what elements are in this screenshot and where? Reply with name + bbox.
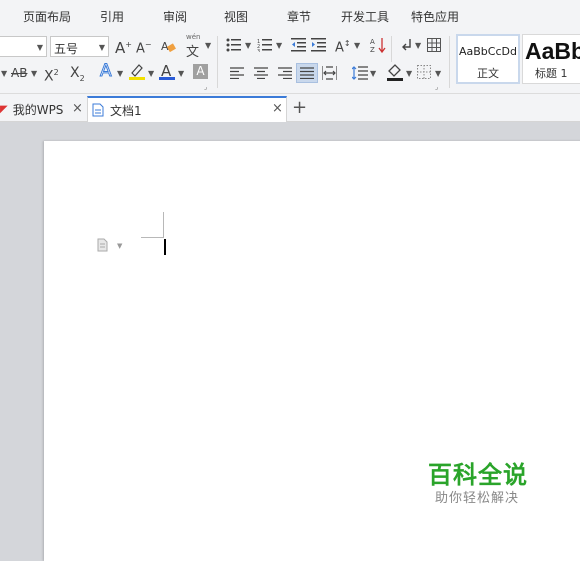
phonetic-guide-icon[interactable]: wén 文 bbox=[184, 33, 204, 60]
wps-logo-icon: ◤ bbox=[0, 103, 8, 115]
increase-indent-icon[interactable] bbox=[311, 38, 326, 52]
decrease-indent-icon[interactable] bbox=[291, 38, 306, 52]
ribbon-separator bbox=[217, 36, 218, 88]
chevron-down-icon[interactable]: ▼ bbox=[99, 43, 105, 52]
font-dialog-launcher-icon[interactable]: ⌟ bbox=[204, 83, 207, 91]
style-preview: AaBb bbox=[525, 38, 580, 64]
paragraph-mark-icon[interactable] bbox=[399, 38, 413, 52]
sort-icon[interactable]: AZ bbox=[370, 36, 386, 54]
chevron-down-icon[interactable]: ▼ bbox=[178, 69, 184, 78]
strikethrough-icon[interactable]: AB bbox=[11, 64, 27, 82]
margin-corner-mark bbox=[163, 212, 164, 238]
chevron-down-icon[interactable]: ▼ bbox=[1, 69, 7, 78]
font-size-value: 五号 bbox=[54, 42, 79, 56]
close-icon[interactable]: × bbox=[72, 101, 83, 116]
clear-format-icon[interactable]: A bbox=[160, 38, 176, 54]
ribbon-toolbar: ▼ 五号 ▼ A+ A− A wén 文 ▼ ▼ 1 2 3 ▼ A↕ ▼ A … bbox=[0, 30, 580, 94]
style-name: 标题 1 bbox=[535, 67, 568, 80]
menu-references[interactable]: 引用 bbox=[100, 8, 124, 25]
svg-text:Z: Z bbox=[370, 46, 375, 54]
justify-button[interactable] bbox=[296, 63, 318, 83]
borders-icon[interactable] bbox=[417, 65, 431, 79]
bullet-list-icon[interactable] bbox=[226, 38, 242, 52]
new-tab-button[interactable]: + bbox=[292, 97, 307, 118]
line-spacing-icon[interactable] bbox=[352, 66, 368, 80]
subscript-icon[interactable]: X2 bbox=[70, 64, 85, 88]
menu-section[interactable]: 章节 bbox=[287, 8, 311, 25]
style-name: 正文 bbox=[477, 67, 499, 80]
document-tab-bar: ◤ 我的WPS × 文档1 × + bbox=[0, 94, 580, 122]
watermark-subtitle: 助你轻松解决 bbox=[435, 491, 520, 506]
chevron-down-icon[interactable]: ▼ bbox=[435, 69, 441, 78]
paragraph-options-icon[interactable] bbox=[97, 238, 109, 252]
ribbon-separator bbox=[449, 36, 450, 88]
style-heading-1[interactable]: AaBb 标题 1 bbox=[522, 34, 580, 84]
align-center-icon[interactable] bbox=[254, 67, 268, 79]
chevron-down-icon[interactable]: ▼ bbox=[406, 69, 412, 78]
chevron-down-icon[interactable]: ▼ bbox=[354, 41, 360, 50]
style-normal[interactable]: AaBbCcDd 正文 bbox=[456, 34, 520, 84]
font-color-icon[interactable]: A bbox=[159, 62, 175, 82]
menu-view[interactable]: 视图 bbox=[224, 8, 248, 25]
menu-review[interactable]: 审阅 bbox=[163, 8, 187, 25]
chevron-down-icon[interactable]: ▼ bbox=[37, 43, 43, 52]
watermark-title: 百科全说 bbox=[428, 461, 528, 489]
chevron-down-icon[interactable]: ▼ bbox=[31, 69, 37, 78]
svg-text:A: A bbox=[370, 38, 375, 46]
close-icon[interactable]: × bbox=[272, 101, 283, 116]
document-icon bbox=[92, 103, 104, 117]
justify-icon bbox=[300, 67, 314, 79]
chevron-down-icon[interactable]: ▼ bbox=[370, 69, 376, 78]
chevron-down-icon[interactable]: ▼ bbox=[117, 242, 122, 250]
text-effect-icon[interactable]: A bbox=[100, 62, 113, 81]
tab-my-wps[interactable]: ◤ 我的WPS × bbox=[0, 96, 86, 122]
chevron-down-icon[interactable]: ▼ bbox=[276, 41, 282, 50]
numbered-list-icon[interactable]: 1 2 3 bbox=[257, 38, 273, 52]
margin-corner-mark bbox=[141, 237, 164, 238]
chevron-down-icon[interactable]: ▼ bbox=[205, 41, 211, 50]
text-direction-icon[interactable]: A↕ bbox=[335, 35, 351, 57]
paragraph-dialog-launcher-icon[interactable]: ⌟ bbox=[435, 83, 438, 91]
tab-label: 我的WPS bbox=[12, 102, 64, 117]
chevron-down-icon[interactable]: ▼ bbox=[117, 69, 123, 78]
menu-page-layout[interactable]: 页面布局 bbox=[23, 8, 71, 25]
highlight-color-icon[interactable] bbox=[128, 63, 146, 81]
tab-label: 文档1 bbox=[110, 103, 142, 118]
table-grid-icon[interactable] bbox=[427, 38, 441, 52]
grow-font-icon[interactable]: A+ bbox=[115, 36, 132, 57]
menu-special-apps[interactable]: 特色应用 bbox=[411, 8, 459, 25]
character-shading-icon[interactable]: A bbox=[193, 64, 208, 79]
menu-bar: 页面布局 引用 审阅 视图 章节 开发工具 特色应用 bbox=[0, 0, 580, 30]
superscript-icon[interactable]: X2 bbox=[44, 64, 59, 86]
text-cursor bbox=[164, 239, 166, 255]
ribbon-separator bbox=[391, 36, 392, 62]
chevron-down-icon[interactable]: ▼ bbox=[148, 69, 154, 78]
font-size-combo[interactable]: 五号 ▼ bbox=[50, 36, 109, 57]
paragraph-shading-icon[interactable] bbox=[386, 63, 404, 81]
tab-document-1[interactable]: 文档1 × bbox=[87, 96, 287, 122]
shrink-font-icon[interactable]: A− bbox=[136, 36, 152, 58]
svg-text:3: 3 bbox=[257, 49, 260, 52]
font-name-combo[interactable]: ▼ bbox=[0, 36, 47, 57]
chevron-down-icon[interactable]: ▼ bbox=[245, 41, 251, 50]
style-preview: AaBbCcDd bbox=[459, 45, 517, 58]
align-right-icon[interactable] bbox=[278, 67, 292, 79]
menu-developer-tools[interactable]: 开发工具 bbox=[341, 8, 389, 25]
chevron-down-icon[interactable]: ▼ bbox=[415, 41, 421, 50]
distribute-icon[interactable] bbox=[322, 66, 337, 80]
align-left-icon[interactable] bbox=[230, 67, 244, 79]
